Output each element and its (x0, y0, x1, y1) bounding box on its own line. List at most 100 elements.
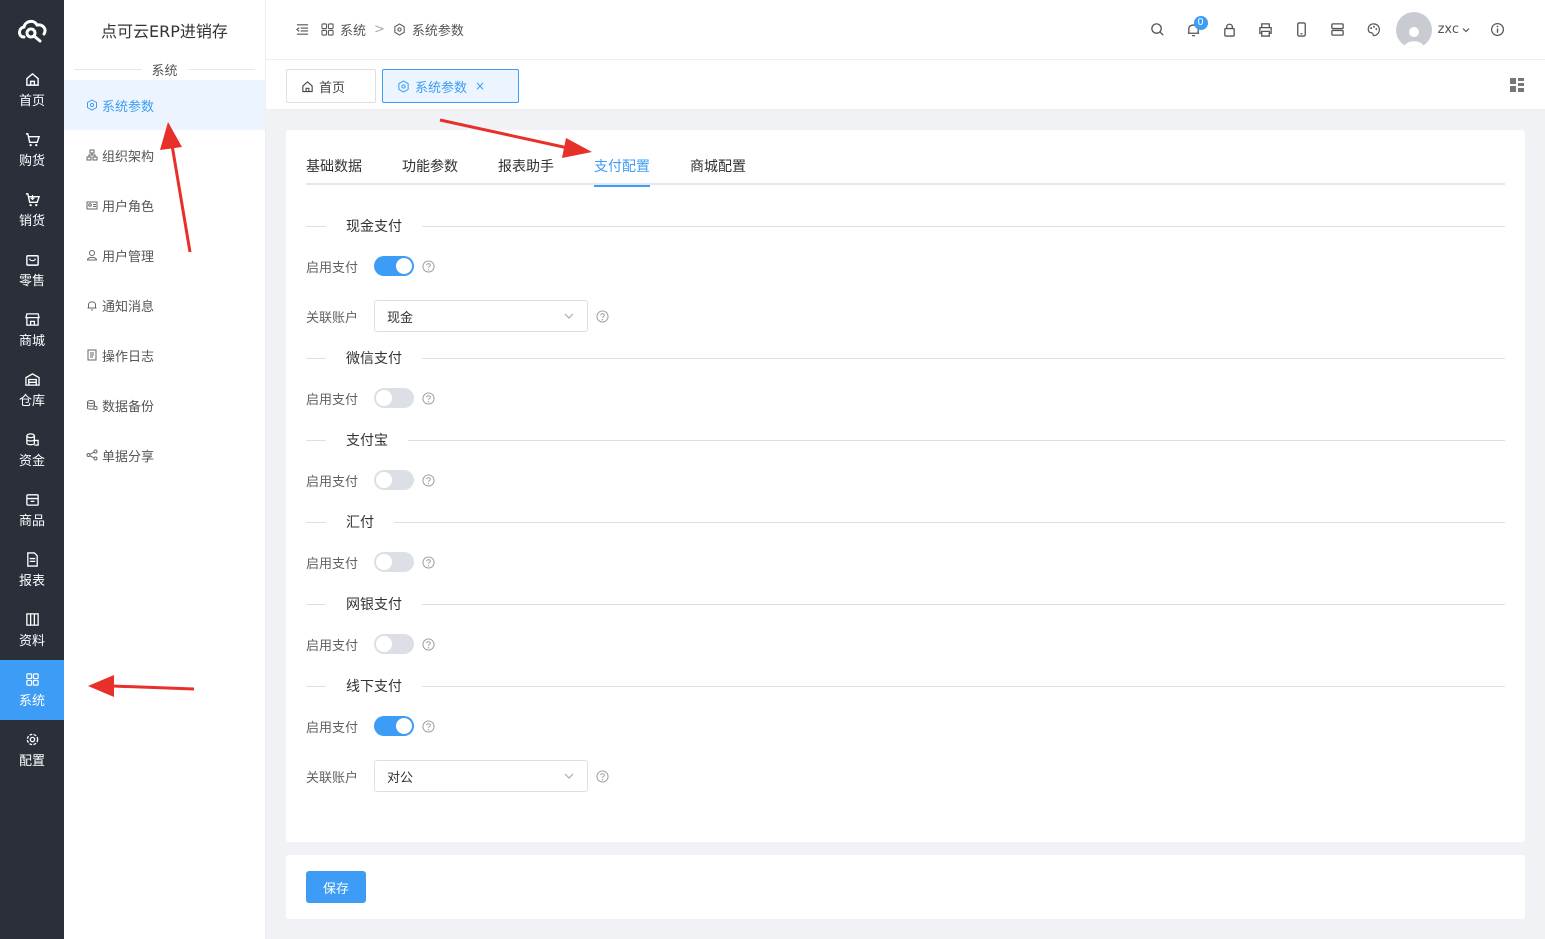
sidebar-item-label: 单据分享 (102, 449, 155, 465)
tab-mall-config[interactable]: 商城配置 (690, 150, 746, 185)
rail-item-data[interactable]: 资料 (0, 600, 64, 660)
section-online-bank: 网银支付 (306, 594, 1505, 614)
breadcrumb-item[interactable]: 系统 (340, 20, 366, 39)
help-icon[interactable] (422, 473, 435, 487)
user-menu[interactable]: zxc (1438, 22, 1471, 37)
rail-item-retail[interactable]: 零售 (0, 240, 64, 300)
bell-icon (87, 301, 97, 311)
offline-enable-toggle[interactable] (374, 716, 414, 736)
offline-account-select[interactable]: 对公 (374, 760, 588, 792)
rail-item-mall[interactable]: 商城 (0, 300, 64, 360)
chevron-down-icon (564, 773, 574, 779)
backup-icon (87, 400, 98, 411)
rail-item-system[interactable]: 系统 (0, 660, 64, 720)
main-rail: 首页 购货 销货 零售 商城 仓库 资金 商品 报表 资料 系统 配置 (0, 0, 64, 939)
cash-enable-row: 启用支付 (306, 250, 435, 282)
cash-account-select[interactable]: 现金 (374, 300, 588, 332)
rail-label: 报表 (18, 573, 45, 589)
rail-label: 购货 (18, 153, 45, 169)
lock-icon (1224, 23, 1235, 37)
help-icon[interactable] (422, 391, 435, 405)
sidebar-item-notifications[interactable]: 通知消息 (64, 280, 265, 330)
section-title: 网银支付 (346, 597, 402, 613)
sidebar-item-backup[interactable]: 数据备份 (64, 380, 265, 430)
sub-sidebar: 点可云ERP进销存 系统 系统参数 组织架构 用户角色 用户管理 通知消息 操作… (64, 0, 266, 939)
save-button[interactable]: 保存 (306, 871, 366, 903)
lock-button[interactable] (1212, 12, 1248, 48)
org-icon (86, 149, 98, 161)
rail-item-purchase[interactable]: 购货 (0, 120, 64, 180)
search-button[interactable] (1140, 12, 1176, 48)
help-icon[interactable] (422, 555, 435, 569)
app-logo[interactable] (0, 0, 64, 60)
library-icon (25, 612, 39, 626)
help-icon[interactable] (422, 259, 435, 273)
chevron-down-icon (1462, 27, 1470, 32)
print-button[interactable] (1248, 12, 1284, 48)
tab-function-params[interactable]: 功能参数 (402, 150, 458, 185)
wechat-enable-toggle[interactable] (374, 388, 414, 408)
rail-item-warehouse[interactable]: 仓库 (0, 360, 64, 420)
server-button[interactable] (1320, 12, 1356, 48)
tab-report-helper[interactable]: 报表助手 (498, 150, 554, 185)
home-icon (302, 80, 313, 92)
huifu-enable-toggle[interactable] (374, 552, 414, 572)
sidebar-item-label: 通知消息 (102, 299, 155, 315)
breadcrumb-separator: > (374, 22, 385, 37)
tab-close-icon[interactable]: × (475, 79, 485, 93)
rail-label: 资料 (18, 633, 45, 649)
help-icon[interactable] (596, 769, 609, 783)
rail-item-sales[interactable]: 销货 (0, 180, 64, 240)
wechat-enable-row: 启用支付 (306, 382, 435, 414)
warehouse-icon (24, 372, 40, 386)
sidebar-item-label: 用户角色 (102, 199, 155, 215)
help-icon[interactable] (422, 637, 435, 651)
help-icon[interactable] (422, 719, 435, 733)
mobile-button[interactable] (1284, 12, 1320, 48)
help-icon[interactable] (596, 309, 609, 323)
tab-basic-data[interactable]: 基础数据 (306, 150, 362, 185)
action-bar: 保存 (286, 855, 1525, 919)
report-icon (26, 551, 38, 567)
tab-payment-config[interactable]: 支付配置 (594, 150, 650, 187)
settings-card: 基础数据 功能参数 报表助手 支付配置 商城配置 现金支付 启用支付 关联账户 … (286, 130, 1525, 842)
avatar[interactable] (1395, 11, 1432, 48)
rail-label: 销货 (18, 213, 45, 229)
rail-item-funds[interactable]: 资金 (0, 420, 64, 480)
sidebar-item-roles[interactable]: 用户角色 (64, 180, 265, 230)
theme-button[interactable] (1356, 12, 1392, 48)
rail-label: 首页 (18, 93, 45, 109)
section-title: 微信支付 (346, 351, 402, 367)
online-bank-enable-toggle[interactable] (374, 634, 414, 654)
alipay-enable-toggle[interactable] (374, 470, 414, 490)
sidebar-item-logs[interactable]: 操作日志 (64, 330, 265, 380)
tab-label: 首页 (319, 80, 346, 96)
info-button[interactable] (1479, 12, 1515, 48)
tab-system-params[interactable]: 系统参数 × (382, 69, 519, 103)
rail-item-home[interactable]: 首页 (0, 60, 64, 120)
sidebar-item-system-params[interactable]: 系统参数 (64, 80, 265, 130)
grid-icon (321, 23, 334, 36)
rail-item-config[interactable]: 配置 (0, 720, 64, 780)
cloud-logo-icon (18, 19, 47, 43)
rail-item-reports[interactable]: 报表 (0, 540, 64, 600)
layout-toggle-icon[interactable] (1509, 77, 1525, 93)
section-wechat: 微信支付 (306, 348, 1505, 368)
home-icon (25, 72, 39, 86)
notifications-button[interactable]: 0 (1176, 12, 1212, 48)
sidebar-item-org[interactable]: 组织架构 (64, 130, 265, 180)
sidebar-item-label: 操作日志 (102, 349, 155, 365)
settings-icon (398, 79, 409, 93)
field-label: 启用支付 (306, 556, 359, 572)
cash-enable-toggle[interactable] (374, 256, 414, 276)
breadcrumb-item: 系统参数 (411, 24, 464, 39)
cart-out-icon (25, 192, 40, 206)
collapse-menu-icon[interactable] (296, 23, 309, 36)
tab-home[interactable]: 首页 (286, 69, 376, 103)
rail-label: 配置 (18, 753, 45, 769)
rail-item-goods[interactable]: 商品 (0, 480, 64, 540)
gear-icon (26, 733, 38, 745)
rail-label: 零售 (18, 273, 45, 289)
sidebar-item-share[interactable]: 单据分享 (64, 430, 265, 480)
sidebar-item-users[interactable]: 用户管理 (64, 230, 265, 280)
